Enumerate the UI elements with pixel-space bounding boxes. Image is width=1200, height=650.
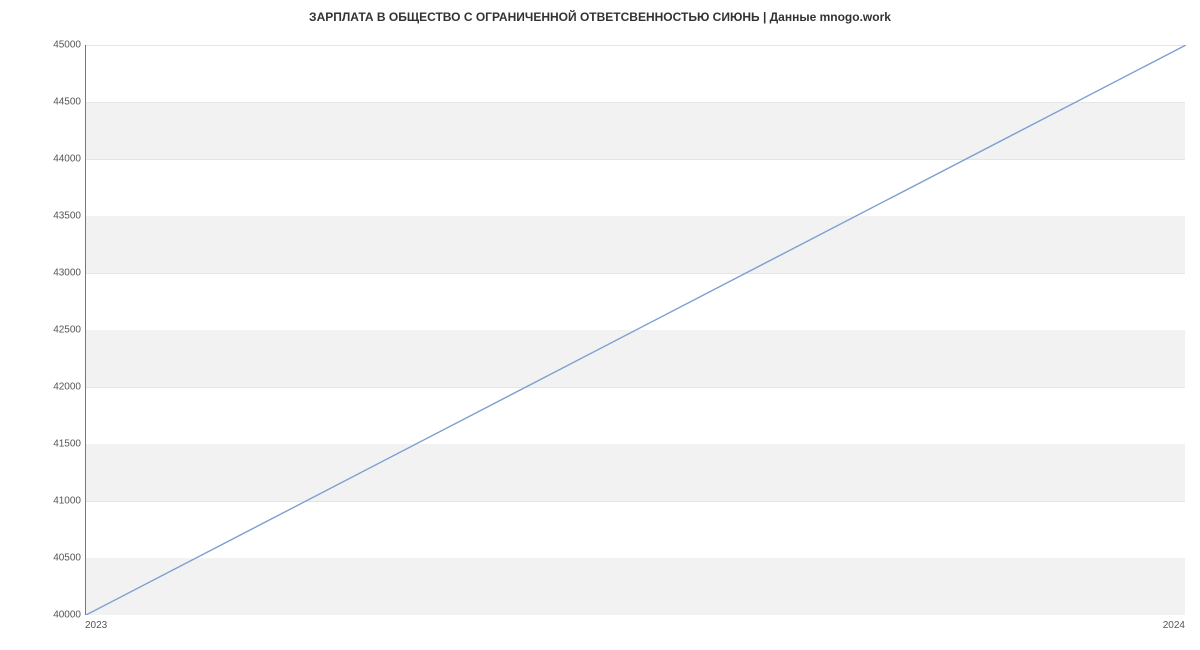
line-series [86,45,1186,615]
plot-area [85,45,1185,615]
y-tick-label: 40500 [47,553,81,564]
y-tick-label: 40000 [47,610,81,621]
y-tick-label: 41500 [47,439,81,450]
y-tick-label: 44500 [47,97,81,108]
y-tick-label: 42000 [47,382,81,393]
y-tick-label: 43500 [47,211,81,222]
y-tick-label: 43000 [47,268,81,279]
y-tick-label: 44000 [47,154,81,165]
x-tick-label: 2024 [1163,620,1185,631]
chart-title: ЗАРПЛАТА В ОБЩЕСТВО С ОГРАНИЧЕННОЙ ОТВЕТ… [0,10,1200,24]
x-tick-label: 2023 [85,620,107,631]
y-tick-label: 45000 [47,40,81,51]
y-tick-label: 42500 [47,325,81,336]
y-tick-label: 41000 [47,496,81,507]
